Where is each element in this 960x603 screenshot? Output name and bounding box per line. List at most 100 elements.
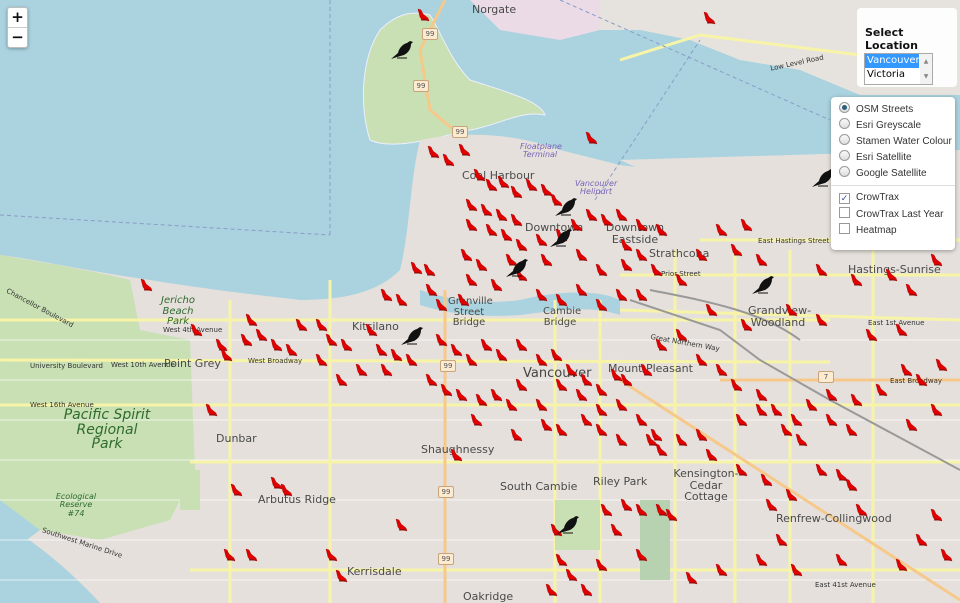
crow-marker-icon[interactable] bbox=[614, 208, 628, 222]
crow-marker-icon[interactable] bbox=[484, 223, 498, 237]
crow-marker-icon[interactable] bbox=[894, 323, 908, 337]
crow-marker-icon[interactable] bbox=[824, 388, 838, 402]
crow-marker-icon[interactable] bbox=[619, 373, 633, 387]
crow-marker-icon[interactable] bbox=[499, 228, 513, 242]
crow-marker-icon[interactable] bbox=[899, 363, 913, 377]
crow-marker-icon[interactable] bbox=[244, 313, 258, 327]
crow-marker-icon[interactable] bbox=[769, 403, 783, 417]
crow-marker-icon[interactable] bbox=[489, 278, 503, 292]
crow-marker-icon[interactable] bbox=[514, 338, 528, 352]
crow-marker-icon[interactable] bbox=[379, 288, 393, 302]
crow-marker-icon[interactable] bbox=[754, 553, 768, 567]
crow-marker-icon[interactable] bbox=[229, 483, 243, 497]
crow-marker-icon[interactable] bbox=[619, 498, 633, 512]
crow-marker-icon[interactable] bbox=[409, 261, 423, 275]
crow-marker-icon[interactable] bbox=[334, 569, 348, 583]
crow-marker-icon[interactable] bbox=[619, 238, 633, 252]
radio-icon[interactable] bbox=[839, 118, 850, 129]
crow-marker-icon[interactable] bbox=[504, 398, 518, 412]
crow-marker-icon[interactable] bbox=[324, 548, 338, 562]
crow-marker-icon[interactable] bbox=[139, 278, 153, 292]
scroll-down-icon[interactable]: ▼ bbox=[920, 69, 932, 84]
crow-marker-icon[interactable] bbox=[554, 553, 568, 567]
map-canvas[interactable]: Norgate Coal Harbour Downtown Downtown E… bbox=[0, 0, 960, 603]
crow-marker-icon[interactable] bbox=[694, 353, 708, 367]
crow-marker-icon[interactable] bbox=[524, 178, 538, 192]
checkbox-icon[interactable] bbox=[839, 223, 850, 234]
crow-marker-icon[interactable] bbox=[764, 498, 778, 512]
crow-marker-icon[interactable] bbox=[509, 428, 523, 442]
crow-marker-icon[interactable] bbox=[654, 338, 668, 352]
listbox-scrollbar[interactable]: ▲ ▼ bbox=[920, 54, 932, 84]
crow-marker-icon[interactable] bbox=[784, 303, 798, 317]
scroll-up-icon[interactable]: ▲ bbox=[920, 54, 932, 69]
crow-marker-icon[interactable] bbox=[514, 238, 528, 252]
crow-marker-icon[interactable] bbox=[594, 558, 608, 572]
radio-icon[interactable] bbox=[839, 134, 850, 145]
overlay-crowtrax[interactable]: ✓ CrowTrax bbox=[839, 191, 899, 205]
crow-marker-icon[interactable] bbox=[394, 518, 408, 532]
crow-marker-icon[interactable] bbox=[439, 383, 453, 397]
crow-marker-icon[interactable] bbox=[784, 488, 798, 502]
radio-icon[interactable] bbox=[839, 166, 850, 177]
crow-marker-icon[interactable] bbox=[449, 343, 463, 357]
crow-marker-icon[interactable] bbox=[614, 398, 628, 412]
crow-marker-icon[interactable] bbox=[854, 503, 868, 517]
base-layer-stamen-water-colour[interactable]: Stamen Water Colour bbox=[839, 134, 952, 148]
crow-marker-icon[interactable] bbox=[454, 388, 468, 402]
crow-marker-icon[interactable] bbox=[239, 333, 253, 347]
crow-marker-icon[interactable] bbox=[554, 293, 568, 307]
crow-marker-icon[interactable] bbox=[729, 243, 743, 257]
radio-selected-icon[interactable] bbox=[839, 102, 850, 113]
crow-marker-icon[interactable] bbox=[704, 303, 718, 317]
crow-marker-icon[interactable] bbox=[634, 503, 648, 517]
crow-marker-icon[interactable] bbox=[564, 568, 578, 582]
crow-marker-icon[interactable] bbox=[894, 558, 908, 572]
crow-marker-icon[interactable] bbox=[579, 373, 593, 387]
crow-marker-icon[interactable] bbox=[441, 153, 455, 167]
crow-marker-icon[interactable] bbox=[594, 263, 608, 277]
crow-marker-icon[interactable] bbox=[244, 548, 258, 562]
crow-marker-icon[interactable] bbox=[534, 288, 548, 302]
crow-marker-icon[interactable] bbox=[464, 353, 478, 367]
crow-marker-icon[interactable] bbox=[714, 363, 728, 377]
crow-marker-icon[interactable] bbox=[929, 403, 943, 417]
crow-marker-icon[interactable] bbox=[579, 583, 593, 597]
crow-marker-icon[interactable] bbox=[759, 473, 773, 487]
crow-marker-icon[interactable] bbox=[774, 533, 788, 547]
crow-marker-icon[interactable] bbox=[269, 338, 283, 352]
crow-marker-icon[interactable] bbox=[489, 388, 503, 402]
crow-marker-icon[interactable] bbox=[254, 328, 268, 342]
crow-marker-icon[interactable] bbox=[634, 288, 648, 302]
crow-marker-icon[interactable] bbox=[654, 223, 668, 237]
base-layer-google-satellite[interactable]: Google Satellite bbox=[839, 166, 927, 180]
crow-marker-icon[interactable] bbox=[424, 283, 438, 297]
checkbox-icon[interactable] bbox=[839, 207, 850, 218]
crow-marker-icon[interactable] bbox=[189, 323, 203, 337]
crow-marker-icon[interactable] bbox=[544, 583, 558, 597]
crow-marker-icon[interactable] bbox=[434, 333, 448, 347]
crow-marker-icon[interactable] bbox=[599, 503, 613, 517]
crow-marker-icon[interactable] bbox=[794, 433, 808, 447]
crow-marker-icon[interactable] bbox=[594, 423, 608, 437]
crow-marker-icon[interactable] bbox=[549, 348, 563, 362]
crow-marker-icon[interactable] bbox=[574, 248, 588, 262]
crow-marker-icon[interactable] bbox=[934, 358, 948, 372]
crow-marker-icon[interactable] bbox=[929, 253, 943, 267]
crow-marker-icon[interactable] bbox=[914, 373, 928, 387]
crow-marker-icon[interactable] bbox=[609, 523, 623, 537]
crow-marker-icon[interactable] bbox=[734, 413, 748, 427]
crow-marker-icon[interactable] bbox=[294, 318, 308, 332]
crow-marker-icon[interactable] bbox=[554, 423, 568, 437]
crow-marker-icon[interactable] bbox=[739, 218, 753, 232]
crow-marker-icon[interactable] bbox=[849, 273, 863, 287]
crow-marker-icon[interactable] bbox=[279, 483, 293, 497]
crow-marker-icon[interactable] bbox=[874, 383, 888, 397]
black-crow-icon[interactable] bbox=[553, 196, 579, 218]
crow-marker-icon[interactable] bbox=[314, 318, 328, 332]
overlay-crowtrax-last-year[interactable]: CrowTrax Last Year bbox=[839, 207, 943, 221]
base-layer-osm-streets[interactable]: OSM Streets bbox=[839, 102, 913, 116]
crow-marker-icon[interactable] bbox=[904, 418, 918, 432]
overlay-heatmap[interactable]: Heatmap bbox=[839, 223, 897, 237]
black-crow-icon[interactable] bbox=[548, 227, 574, 249]
